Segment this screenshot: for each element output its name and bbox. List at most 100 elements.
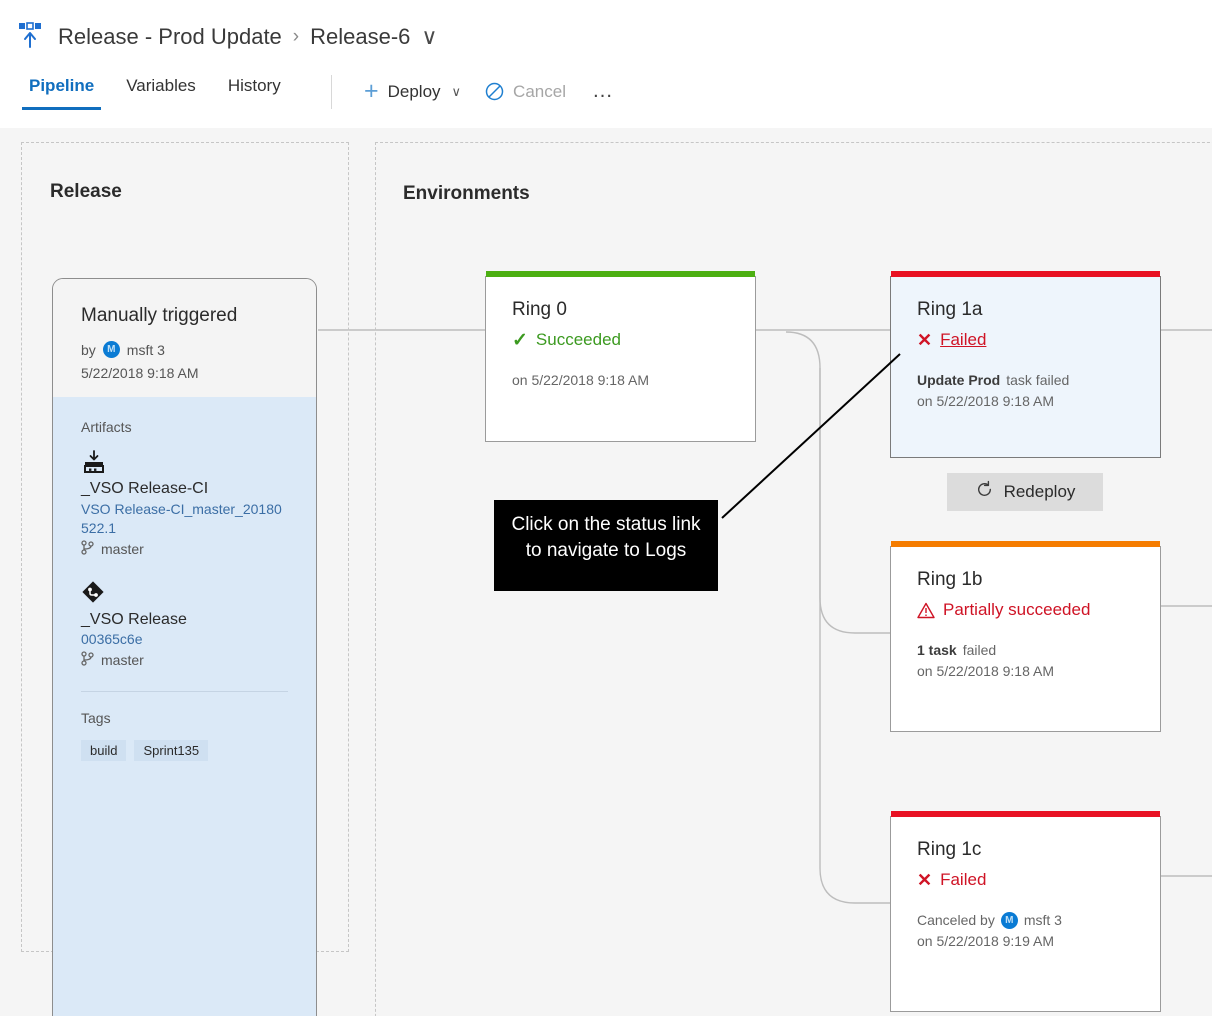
environment-name: Ring 1c (917, 839, 982, 860)
tag-chip[interactable]: build (81, 740, 127, 762)
artifact-item[interactable]: _VSO Release 00365c6e master (81, 580, 288, 670)
artifact-item[interactable]: _VSO Release-CI VSO Release-CI_master_20… (81, 449, 288, 558)
tab-list: Pipeline Variables History (13, 72, 297, 110)
environments-panel-title: Environments (403, 183, 530, 204)
environment-date: on 5/22/2018 9:18 AM (917, 663, 1054, 679)
refresh-icon (975, 480, 994, 504)
breadcrumb-current[interactable]: Release-6 (310, 24, 410, 50)
environment-card-ring-0[interactable]: Ring 0 ✓ Succeeded on 5/22/2018 9:18 AM (485, 271, 756, 442)
tab-history-label: History (227, 76, 281, 95)
tag-list: build Sprint135 (81, 740, 288, 762)
cancel-button: Cancel (473, 78, 578, 106)
release-date: 5/22/2018 9:18 AM (81, 365, 199, 381)
environment-date: on 5/22/2018 9:18 AM (917, 393, 1054, 409)
release-user-name: msft 3 (126, 341, 165, 358)
x-icon: ✕ (917, 870, 933, 890)
deploy-label: Deploy (387, 81, 441, 101)
canceled-by-user: msft 3 (1023, 912, 1062, 928)
environment-name: Ring 1a (917, 299, 983, 320)
tab-pipeline-label: Pipeline (29, 76, 95, 95)
app-root: Release - Prod Update › Release-6 ∨ Pipe… (0, 0, 1212, 1016)
annotation-text: Click on the status link to navigate to … (511, 514, 701, 561)
environment-status[interactable]: ✕ Failed (917, 330, 1134, 350)
x-icon: ✕ (917, 330, 933, 350)
environment-card-ring-1a[interactable]: Ring 1a ✕ Failed Update Prod task failed… (890, 271, 1161, 458)
tab-history[interactable]: History (212, 72, 297, 110)
chevron-down-icon[interactable]: ∨ (421, 24, 437, 50)
environment-meta: Canceled by M msft 3 on 5/22/2018 9:19 A… (917, 910, 1134, 952)
annotation-callout: Click on the status link to navigate to … (494, 500, 718, 591)
tab-variables-label: Variables (126, 76, 196, 95)
git-repo-icon (81, 580, 288, 606)
status-text: Failed (940, 870, 987, 889)
warning-triangle-icon (917, 602, 935, 619)
environment-card-ring-1c[interactable]: Ring 1c ✕ Failed Canceled by M msft 3 on… (890, 811, 1161, 1012)
release-trigger-label: Manually triggered (81, 305, 238, 326)
environment-date: on 5/22/2018 9:19 AM (917, 933, 1054, 949)
pipeline-canvas: Release Environments Manually triggered … (0, 128, 1212, 1016)
artifact-version[interactable]: VSO Release-CI_master_20180522.1 (81, 500, 288, 538)
redeploy-button[interactable]: Redeploy (947, 473, 1103, 511)
failed-task-text: task failed (1006, 372, 1070, 388)
toolbar-divider (331, 75, 332, 109)
environment-status: Partially succeeded (917, 600, 1134, 620)
chevron-down-icon[interactable]: ∨ (452, 84, 462, 100)
check-icon: ✓ (512, 329, 528, 351)
canceled-by-label: Canceled by (917, 912, 995, 928)
tag-chip[interactable]: Sprint135 (134, 740, 209, 762)
status-strip (486, 271, 755, 277)
avatar: M (102, 341, 120, 358)
environment-name: Ring 1b (917, 569, 983, 590)
artifacts-label: Artifacts (81, 419, 132, 435)
status-text: Succeeded (535, 330, 621, 349)
status-strip (891, 271, 1160, 277)
toolbar-actions: + Deploy ∨ Cancel … (352, 75, 629, 108)
toolbar: Pipeline Variables History + Deploy ∨ Ca… (0, 72, 1212, 122)
failed-task-name: Update Prod (917, 372, 1001, 388)
branch-name: master (101, 540, 144, 557)
environment-meta: on 5/22/2018 9:18 AM (512, 370, 729, 391)
status-strip (891, 811, 1160, 817)
deploy-button[interactable]: + Deploy ∨ (352, 75, 473, 108)
branch-icon (81, 651, 94, 669)
status-text: Partially succeeded (943, 600, 1091, 619)
release-summary-card[interactable]: Manually triggered by M msft 3 5/22/2018… (52, 278, 317, 1016)
environment-meta: 1 task failed on 5/22/2018 9:18 AM (917, 640, 1134, 682)
more-actions-button[interactable]: … (578, 79, 629, 104)
branch-name: master (101, 652, 144, 669)
release-triggered-by: by M msft 3 (81, 341, 288, 358)
cancel-ban-icon (485, 82, 504, 101)
plus-icon: + (364, 77, 379, 105)
by-label: by (81, 341, 96, 358)
environment-status: ✕ Failed (917, 870, 1134, 890)
artifact-branch: master (81, 539, 288, 558)
environment-status: ✓ Succeeded (512, 330, 729, 350)
artifact-name: _VSO Release-CI (81, 480, 209, 497)
release-panel-title: Release (50, 181, 122, 202)
failed-task-text: failed (962, 642, 997, 658)
breadcrumb-root[interactable]: Release - Prod Update (58, 24, 282, 50)
redeploy-label: Redeploy (1003, 482, 1076, 501)
page-header: Release - Prod Update › Release-6 ∨ (0, 0, 1212, 68)
tab-pipeline[interactable]: Pipeline (13, 72, 110, 110)
breadcrumb: Release - Prod Update › Release-6 ∨ (58, 24, 438, 50)
environment-card-ring-1b[interactable]: Ring 1b Partially succeeded 1 task faile… (890, 541, 1161, 732)
environment-name: Ring 0 (512, 299, 567, 320)
environment-meta: Update Prod task failed on 5/22/2018 9:1… (917, 370, 1134, 412)
release-pipeline-icon (14, 20, 48, 52)
status-strip (891, 541, 1160, 547)
artifact-version[interactable]: 00365c6e (81, 630, 288, 649)
status-link[interactable]: Failed (940, 330, 986, 350)
release-card-body: Artifacts _VSO Release-CI VSO Release-CI… (53, 397, 316, 1016)
artifact-branch: master (81, 651, 288, 669)
avatar: M (1000, 912, 1018, 929)
breadcrumb-separator-icon: › (292, 26, 300, 47)
cancel-label: Cancel (513, 81, 566, 101)
branch-icon (81, 539, 94, 558)
environment-date: on 5/22/2018 9:18 AM (512, 372, 649, 388)
failed-task-count: 1 task (917, 642, 957, 658)
divider (81, 691, 288, 693)
release-card-header: Manually triggered by M msft 3 5/22/2018… (53, 279, 316, 397)
tab-variables[interactable]: Variables (110, 72, 212, 110)
artifact-name: _VSO Release (81, 610, 187, 628)
